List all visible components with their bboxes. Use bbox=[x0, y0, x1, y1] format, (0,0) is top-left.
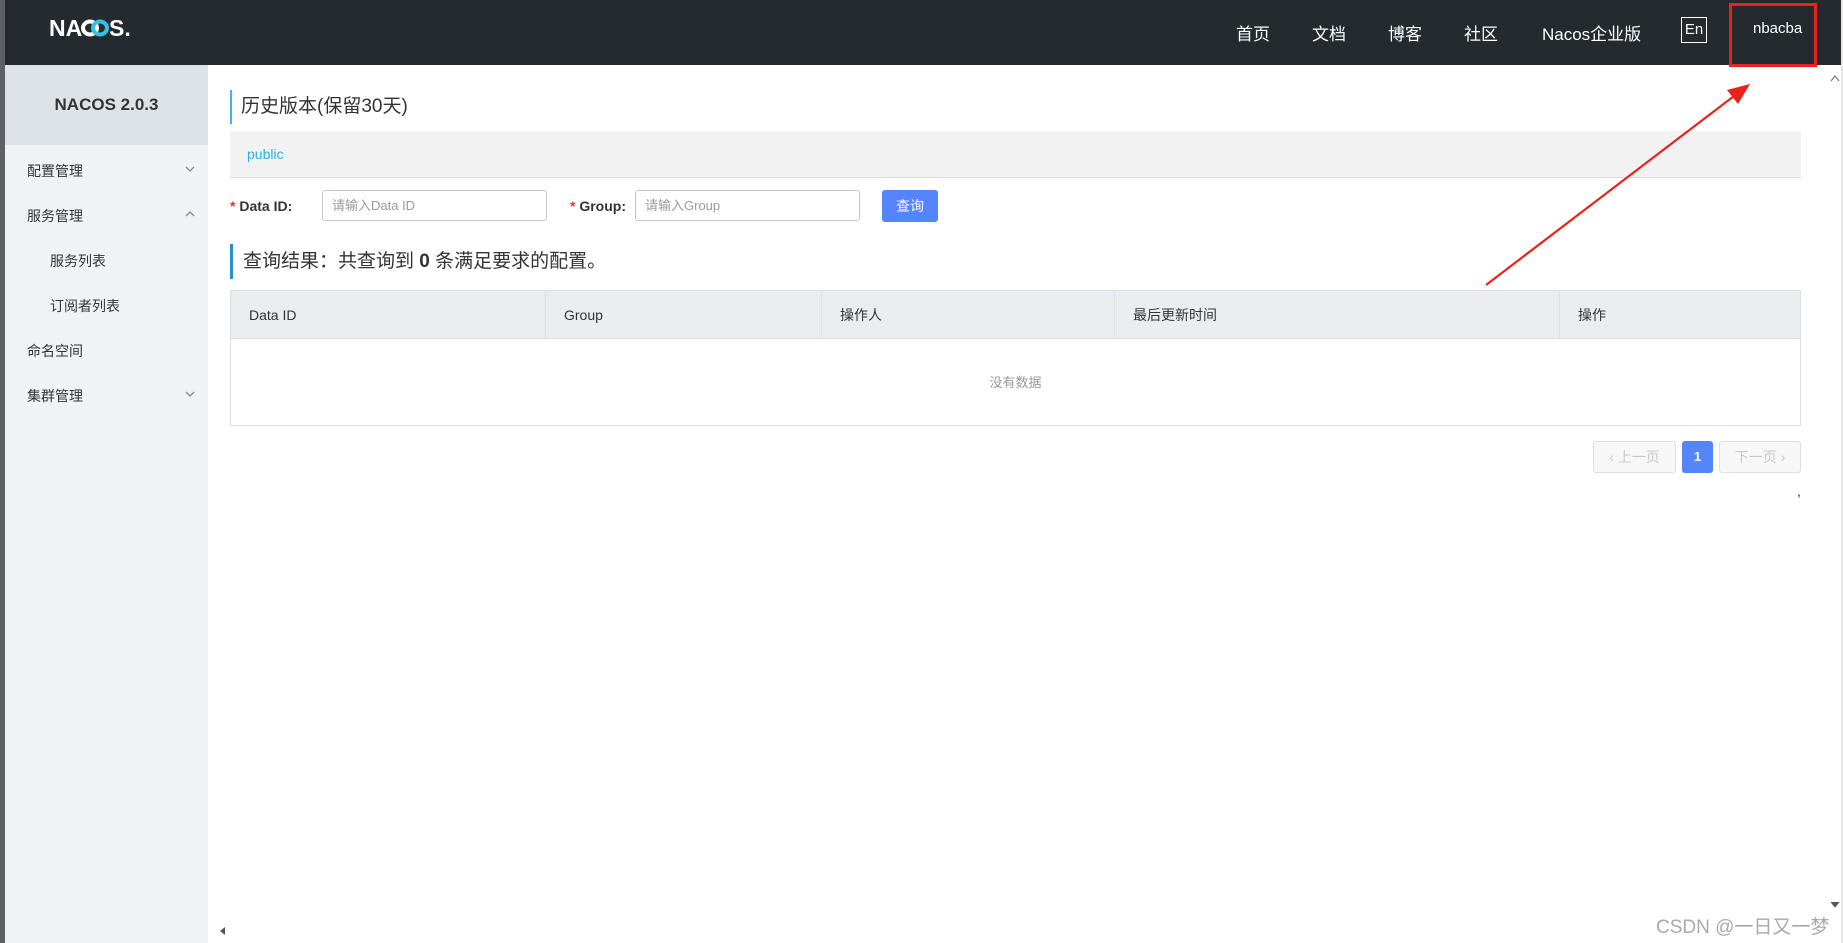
page-1-button[interactable]: 1 bbox=[1682, 441, 1713, 473]
table-empty-state: 没有数据 bbox=[989, 375, 1042, 390]
nav-enterprise[interactable]: Nacos企业版 bbox=[1542, 20, 1641, 45]
sidebar-item-label: 服务管理 bbox=[27, 208, 83, 224]
nacos-logo[interactable]: NA S. bbox=[49, 13, 145, 43]
table-header: Data ID Group 操作人 最后更新时间 操作 bbox=[231, 291, 1800, 339]
page-title-block: 历史版本(保留30天) bbox=[230, 90, 408, 124]
namespace-bar: public bbox=[230, 131, 1801, 178]
product-version: NACOS 2.0.3 bbox=[54, 95, 159, 114]
sidebar: NACOS 2.0.3 配置管理 服务管理 服务列表 订阅者列表 命名空间 集群… bbox=[5, 65, 208, 943]
scroll-up-arrow-icon[interactable] bbox=[1829, 73, 1841, 85]
chevron-down-icon bbox=[185, 166, 195, 172]
stray-mark: , bbox=[1797, 483, 1801, 499]
chevron-down-icon bbox=[185, 391, 195, 397]
scroll-left-arrow-icon[interactable] bbox=[217, 925, 229, 937]
namespace-link-public[interactable]: public bbox=[247, 146, 284, 162]
column-header-actions: 操作 bbox=[1578, 307, 1606, 323]
sidebar-item-cluster-management[interactable]: 集群管理 bbox=[27, 386, 197, 406]
sidebar-item-label: 集群管理 bbox=[27, 388, 83, 404]
data-id-label: * Data ID: bbox=[230, 198, 293, 214]
data-id-input[interactable] bbox=[322, 190, 547, 221]
language-toggle-button[interactable]: En bbox=[1681, 17, 1707, 43]
prev-page-button[interactable]: ‹ 上一页 bbox=[1593, 441, 1676, 473]
svg-text:NA: NA bbox=[49, 15, 82, 41]
sidebar-item-config-management[interactable]: 配置管理 bbox=[27, 161, 197, 181]
top-navbar: NA S. 首页 文档 博客 社区 Nacos企业版 En nbacba bbox=[5, 0, 1841, 65]
required-mark: * bbox=[230, 198, 236, 214]
query-button[interactable]: 查询 bbox=[882, 190, 938, 222]
nav-blog[interactable]: 博客 bbox=[1388, 20, 1422, 45]
sidebar-item-subscriber-list[interactable]: 订阅者列表 bbox=[50, 296, 120, 316]
column-header-operator: 操作人 bbox=[822, 291, 1115, 339]
sidebar-header: NACOS 2.0.3 bbox=[5, 65, 208, 145]
nacos-logo-mark: NA S. bbox=[49, 15, 131, 41]
chevron-right-icon: › bbox=[1776, 449, 1786, 465]
query-result-text: 查询结果：共查询到 0 条满足要求的配置。 bbox=[243, 251, 607, 272]
query-result-block: 查询结果：共查询到 0 条满足要求的配置。 bbox=[230, 244, 606, 279]
nav-docs[interactable]: 文档 bbox=[1312, 20, 1346, 45]
nav-community[interactable]: 社区 bbox=[1464, 20, 1498, 45]
watermark: CSDN @一日又一梦 bbox=[1656, 917, 1830, 938]
pagination: ‹ 上一页 1 下一页 › bbox=[1593, 441, 1801, 473]
column-header-data-id: Data ID bbox=[231, 291, 546, 339]
required-mark: * bbox=[570, 198, 576, 214]
svg-text:S.: S. bbox=[109, 15, 131, 41]
group-label: * Group: bbox=[570, 198, 626, 214]
nav-home[interactable]: 首页 bbox=[1236, 20, 1270, 45]
sidebar-item-namespace[interactable]: 命名空间 bbox=[27, 341, 197, 361]
sidebar-item-label: 命名空间 bbox=[27, 343, 83, 359]
next-page-button[interactable]: 下一页 › bbox=[1719, 441, 1801, 473]
sidebar-item-label: 配置管理 bbox=[27, 163, 83, 179]
user-menu[interactable]: nbacba bbox=[1753, 20, 1802, 37]
scroll-down-arrow-icon[interactable] bbox=[1829, 898, 1841, 910]
sidebar-item-service-management[interactable]: 服务管理 bbox=[27, 206, 197, 226]
main-content: 历史版本(保留30天) public * Data ID: * Group: 查… bbox=[208, 65, 1828, 943]
column-header-group: Group bbox=[546, 291, 822, 339]
column-header-last-updated: 最后更新时间 bbox=[1115, 291, 1560, 339]
sidebar-item-service-list[interactable]: 服务列表 bbox=[50, 251, 106, 271]
history-table: Data ID Group 操作人 最后更新时间 操作 没有数据 bbox=[230, 290, 1801, 426]
chevron-left-icon: ‹ bbox=[1609, 449, 1618, 465]
page-title: 历史版本(保留30天) bbox=[241, 96, 408, 117]
group-input[interactable] bbox=[635, 190, 860, 221]
search-form: * Data ID: * Group: 查询 bbox=[230, 190, 1430, 222]
result-count: 0 bbox=[419, 251, 430, 272]
chevron-up-icon bbox=[185, 211, 195, 217]
